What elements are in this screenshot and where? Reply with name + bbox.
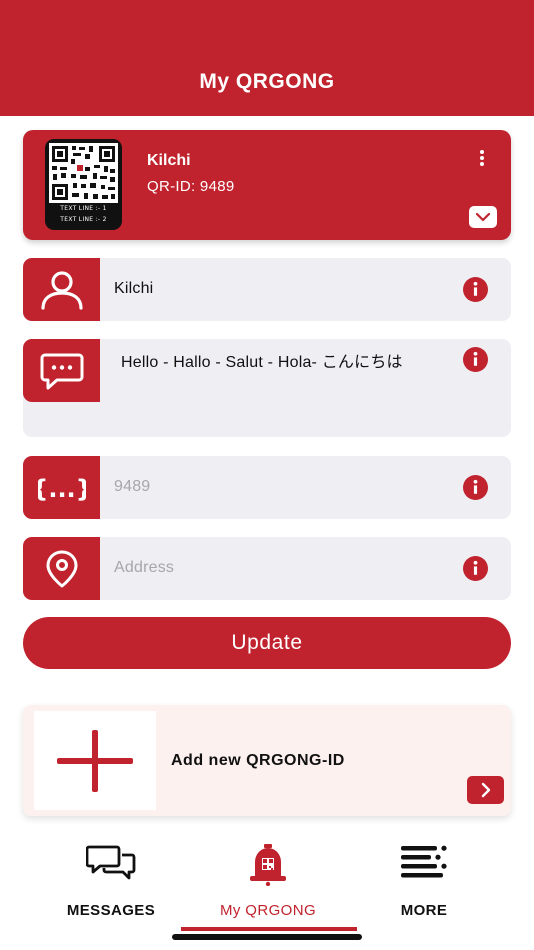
location-pin-icon bbox=[46, 550, 77, 587]
info-icon[interactable] bbox=[463, 277, 488, 302]
code-field[interactable]: {...} 9489 bbox=[23, 456, 511, 519]
qr-thumb-line-2: TEXT LINE :- 2 bbox=[60, 216, 107, 223]
add-new-qrgong-card[interactable]: Add new QRGONG-ID bbox=[23, 705, 511, 816]
tab-more-label: MORE bbox=[400, 902, 448, 919]
message-field[interactable]: Hello - Hallo - Salut - Hola- こんにちは bbox=[23, 339, 511, 437]
name-field[interactable]: Kilchi bbox=[23, 258, 511, 321]
tab-messages-label: MESSAGES bbox=[66, 902, 156, 919]
code-input[interactable]: 9489 bbox=[114, 478, 150, 496]
app-header: My QRGONG bbox=[0, 0, 534, 116]
qr-code-thumbnail[interactable]: TEXT LINE :- 1 TEXT LINE :- 2 bbox=[45, 139, 122, 230]
active-tab-underline bbox=[181, 927, 357, 931]
qr-card-name: Kilchi bbox=[147, 152, 191, 169]
message-field-icon-box bbox=[23, 339, 100, 402]
bottom-tab-bar: MESSAGES My QRGONG MORE bbox=[0, 830, 534, 950]
page-title: My QRGONG bbox=[199, 70, 335, 93]
address-field[interactable]: Address bbox=[23, 537, 511, 600]
chat-bubble-icon bbox=[40, 353, 83, 389]
home-indicator bbox=[172, 934, 362, 940]
update-button[interactable]: Update bbox=[23, 617, 511, 669]
address-input[interactable]: Address bbox=[114, 559, 174, 577]
code-field-icon-box: {...} bbox=[23, 456, 100, 519]
add-new-arrow-button[interactable] bbox=[467, 776, 504, 804]
name-input[interactable]: Kilchi bbox=[114, 280, 153, 298]
name-field-icon-box bbox=[23, 258, 100, 321]
message-input[interactable]: Hello - Hallo - Salut - Hola- こんにちは bbox=[121, 353, 441, 373]
user-icon bbox=[40, 270, 83, 310]
plus-icon bbox=[57, 729, 133, 792]
qr-code-icon bbox=[49, 143, 118, 203]
menu-list-icon bbox=[401, 845, 447, 878]
qr-card[interactable]: TEXT LINE :- 1 TEXT LINE :- 2 Kilchi QR-… bbox=[23, 130, 511, 240]
chevron-right-icon bbox=[481, 782, 490, 798]
tab-my-qrgong-label: My QRGONG bbox=[219, 902, 317, 919]
qr-card-id: QR-ID: 9489 bbox=[147, 178, 235, 195]
add-plus-box[interactable] bbox=[34, 711, 156, 810]
add-new-label: Add new QRGONG-ID bbox=[171, 752, 345, 769]
expand-button[interactable] bbox=[469, 206, 497, 228]
tab-more[interactable]: MORE bbox=[344, 842, 504, 922]
qr-thumb-line-1: TEXT LINE :- 1 bbox=[60, 205, 107, 212]
info-icon[interactable] bbox=[463, 347, 488, 372]
chat-bubbles-icon bbox=[86, 845, 136, 880]
svg-text:{...}: {...} bbox=[38, 475, 86, 503]
info-icon[interactable] bbox=[463, 475, 488, 500]
address-field-icon-box bbox=[23, 537, 100, 600]
tab-messages[interactable]: MESSAGES bbox=[31, 842, 191, 922]
curly-braces-icon: {...} bbox=[38, 475, 86, 503]
bell-qr-icon bbox=[250, 844, 286, 886]
chevron-down-icon bbox=[475, 212, 491, 222]
tab-my-qrgong[interactable]: My QRGONG bbox=[188, 842, 348, 922]
kebab-menu-icon[interactable] bbox=[477, 150, 487, 170]
info-icon[interactable] bbox=[463, 556, 488, 581]
